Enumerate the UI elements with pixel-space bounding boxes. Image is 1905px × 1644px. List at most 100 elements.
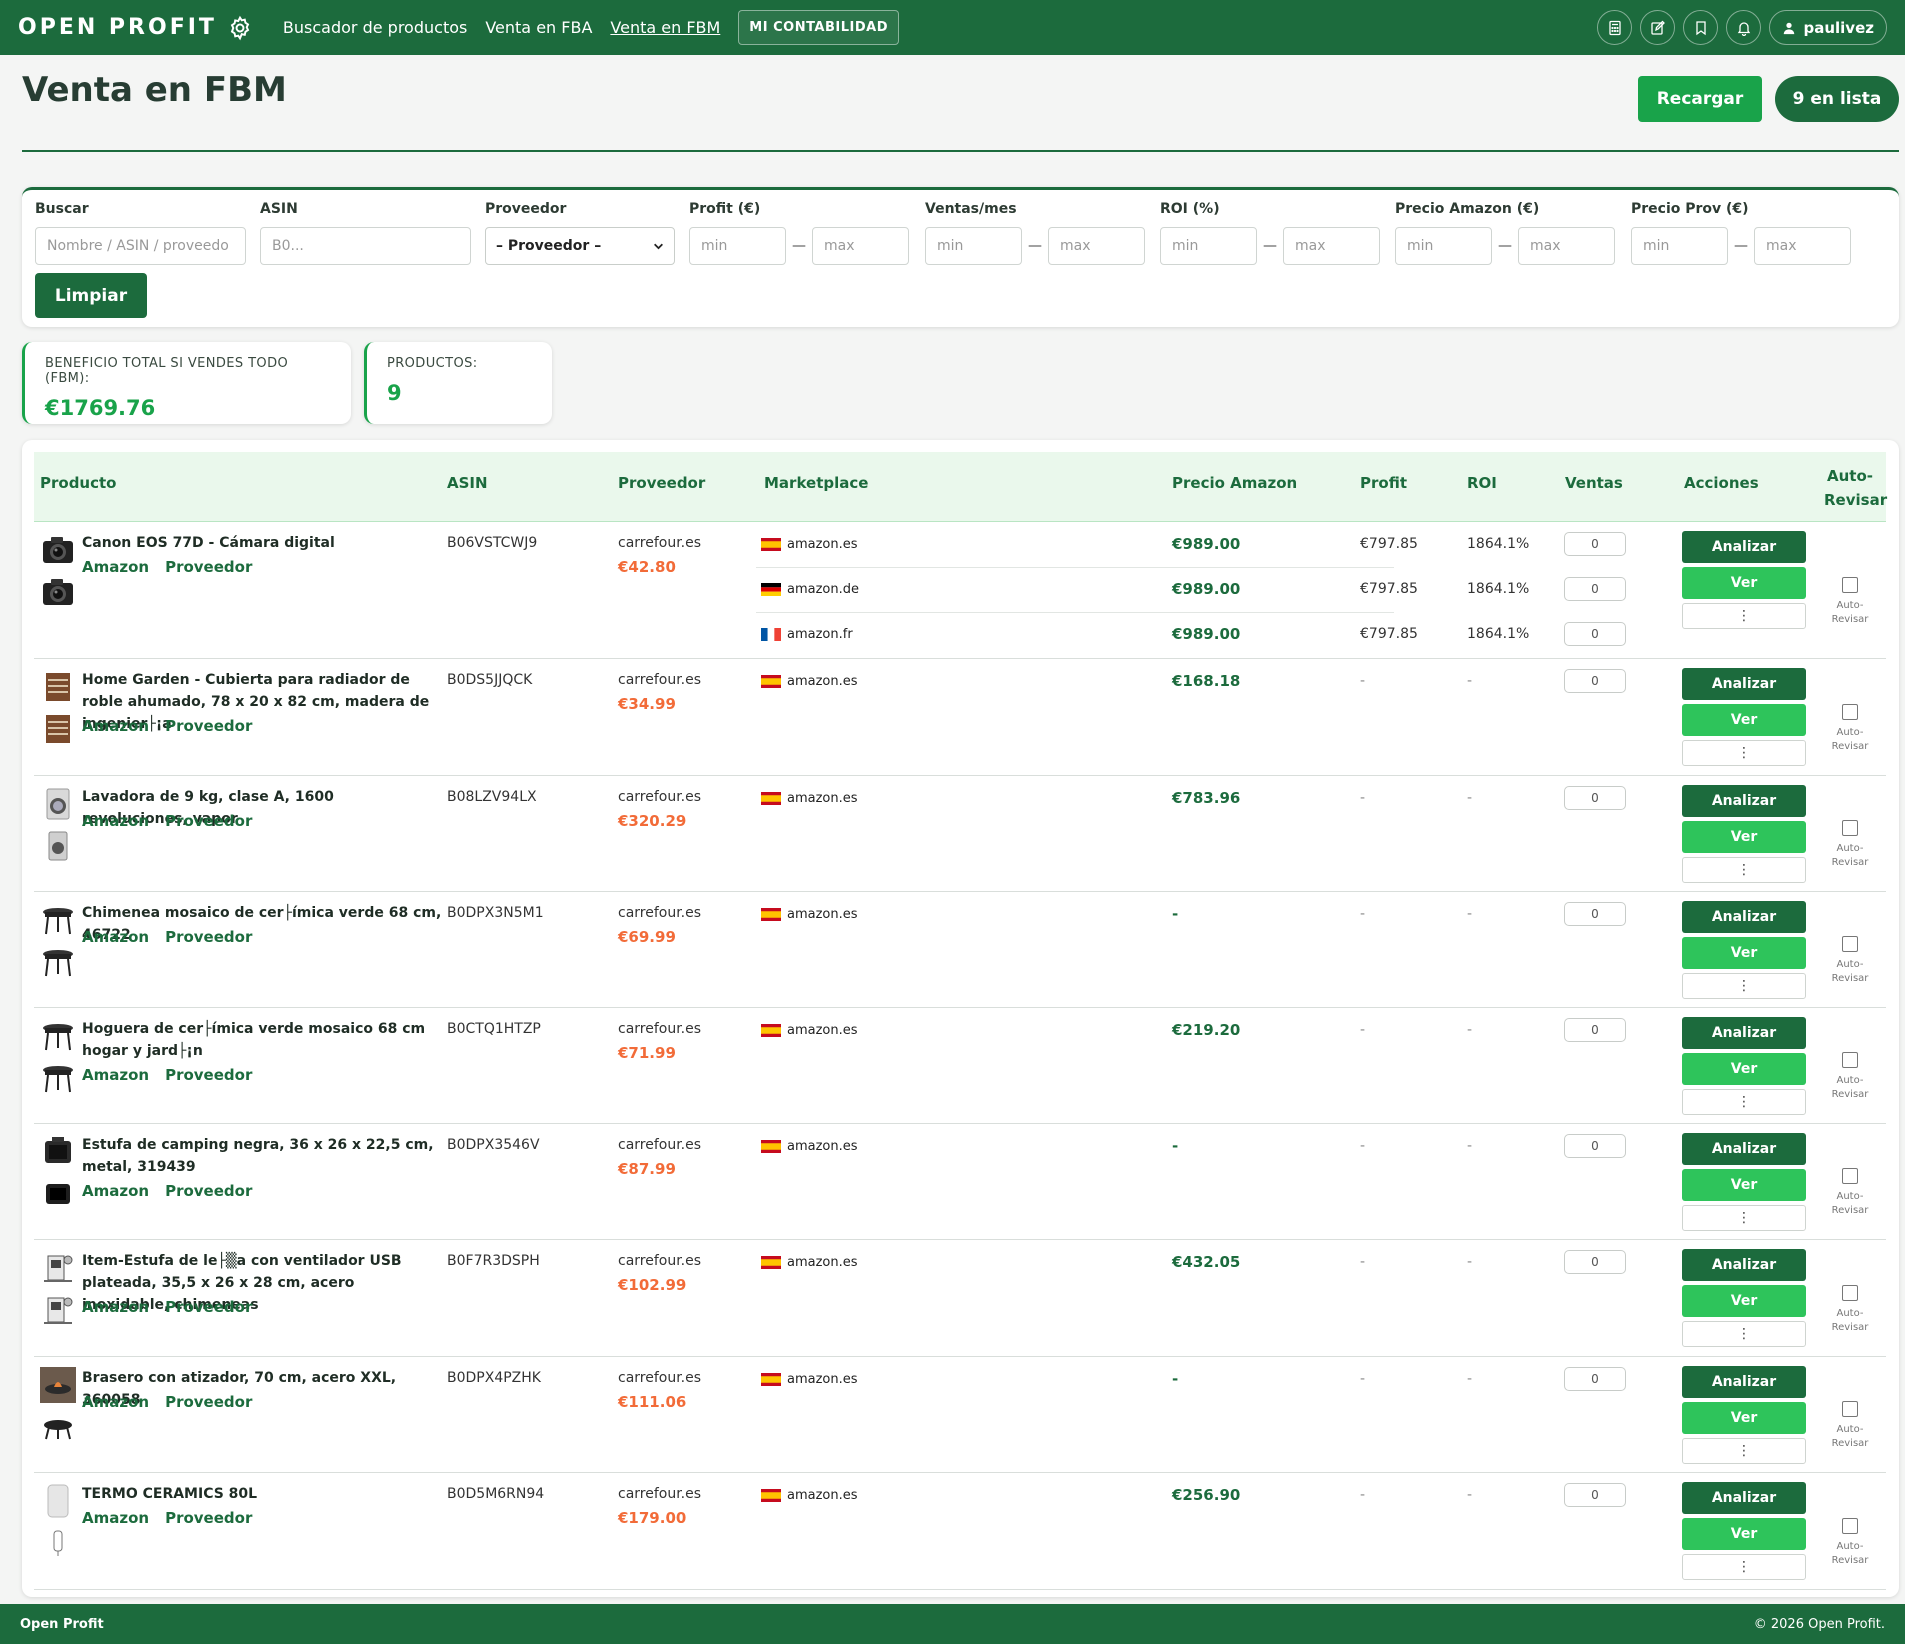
analyze-button[interactable]: Analizar [1682,1249,1806,1281]
product-thumbnail[interactable] [40,669,76,705]
calculator-button[interactable] [1597,10,1633,45]
col-header-provider[interactable]: Proveedor [618,474,705,492]
provider-link[interactable]: Proveedor [165,1509,252,1527]
sales-max-input[interactable]: max [1048,227,1145,265]
view-button[interactable]: Ver [1682,1053,1806,1085]
product-thumbnail-alt[interactable] [40,1060,76,1096]
sales-input[interactable]: 0 [1564,1250,1626,1274]
more-options-button[interactable]: ⋮ [1682,1438,1806,1464]
sales-input[interactable]: 0 [1564,1134,1626,1158]
roi-min-input[interactable]: min [1160,227,1257,265]
product-thumbnail-alt[interactable] [40,711,76,747]
analyze-button[interactable]: Analizar [1682,785,1806,817]
auto-review-checkbox[interactable] [1842,1052,1858,1068]
product-thumbnail-alt[interactable] [40,944,76,980]
auto-review-checkbox[interactable] [1842,820,1858,836]
nav-link-fba[interactable]: Venta en FBA [485,18,592,37]
auto-review-checkbox[interactable] [1842,936,1858,952]
profit-min-input[interactable]: min [689,227,786,265]
sales-input[interactable]: 0 [1564,786,1626,810]
product-thumbnail[interactable] [40,786,76,822]
view-button[interactable]: Ver [1682,704,1806,736]
amazon-link[interactable]: Amazon [82,558,149,576]
provider-link[interactable]: Proveedor [165,1393,252,1411]
product-thumbnail-alt[interactable] [40,1176,76,1212]
nav-link-product-search[interactable]: Buscador de productos [283,18,467,37]
amazon-link[interactable]: Amazon [82,717,149,735]
sales-input[interactable]: 0 [1564,902,1626,926]
col-header-profit[interactable]: Profit [1360,474,1407,492]
amazon-link[interactable]: Amazon [82,1182,149,1200]
nav-accounting-button[interactable]: MI CONTABILIDAD [738,10,899,45]
gear-icon[interactable] [227,15,253,41]
prov-price-min-input[interactable]: min [1631,227,1728,265]
auto-review-checkbox[interactable] [1842,1285,1858,1301]
product-thumbnail-alt[interactable] [40,828,76,864]
view-button[interactable]: Ver [1682,1285,1806,1317]
auto-review-checkbox[interactable] [1842,577,1858,593]
auto-review-checkbox[interactable] [1842,704,1858,720]
col-header-asin[interactable]: ASIN [447,474,488,492]
product-thumbnail[interactable] [40,902,76,938]
product-thumbnail[interactable] [40,1367,76,1403]
amazon-link[interactable]: Amazon [82,1509,149,1527]
provider-link[interactable]: Proveedor [165,558,252,576]
clear-filters-button[interactable]: Limpiar [35,273,147,318]
analyze-button[interactable]: Analizar [1682,668,1806,700]
brand-logo[interactable]: OPEN PROFIT [18,15,253,41]
profit-max-input[interactable]: max [812,227,909,265]
amazon-price-min-input[interactable]: min [1395,227,1492,265]
product-thumbnail-alt[interactable] [40,1409,76,1445]
product-thumbnail-alt[interactable] [40,1525,76,1561]
view-button[interactable]: Ver [1682,937,1806,969]
provider-link[interactable]: Proveedor [165,1182,252,1200]
more-options-button[interactable]: ⋮ [1682,1321,1806,1347]
view-button[interactable]: Ver [1682,1169,1806,1201]
more-options-button[interactable]: ⋮ [1682,1089,1806,1115]
provider-link[interactable]: Proveedor [165,812,252,830]
more-options-button[interactable]: ⋮ [1682,1554,1806,1580]
sales-input[interactable]: 0 [1564,669,1626,693]
edit-button[interactable] [1640,10,1676,45]
amazon-link[interactable]: Amazon [82,1298,149,1316]
product-thumbnail[interactable] [40,1250,76,1286]
reload-button[interactable]: Recargar [1638,76,1762,122]
user-menu[interactable]: paulivez [1769,10,1887,45]
provider-link[interactable]: Proveedor [165,1066,252,1084]
product-thumbnail[interactable] [40,1483,76,1519]
roi-max-input[interactable]: max [1283,227,1380,265]
product-thumbnail-alt[interactable] [40,1292,76,1328]
col-header-product[interactable]: Producto [40,474,116,492]
analyze-button[interactable]: Analizar [1682,1482,1806,1514]
amazon-link[interactable]: Amazon [82,1066,149,1084]
analyze-button[interactable]: Analizar [1682,901,1806,933]
nav-link-fbm[interactable]: Venta en FBM [610,18,720,37]
more-options-button[interactable]: ⋮ [1682,603,1806,629]
amazon-price-max-input[interactable]: max [1518,227,1615,265]
sales-input[interactable]: 0 [1564,532,1626,556]
amazon-link[interactable]: Amazon [82,812,149,830]
product-thumbnail[interactable] [40,1018,76,1054]
sales-input[interactable]: 0 [1564,1367,1626,1391]
col-header-sales[interactable]: Ventas [1565,474,1623,492]
sales-input[interactable]: 0 [1564,1018,1626,1042]
sales-input[interactable]: 0 [1564,577,1626,601]
analyze-button[interactable]: Analizar [1682,1017,1806,1049]
asin-input[interactable]: B0... [260,227,471,265]
product-thumbnail-alt[interactable] [40,574,76,610]
provider-link[interactable]: Proveedor [165,1298,252,1316]
view-button[interactable]: Ver [1682,821,1806,853]
view-button[interactable]: Ver [1682,567,1806,599]
notifications-button[interactable] [1726,10,1762,45]
amazon-link[interactable]: Amazon [82,1393,149,1411]
auto-review-checkbox[interactable] [1842,1518,1858,1534]
more-options-button[interactable]: ⋮ [1682,740,1806,766]
provider-select[interactable]: – Proveedor – [485,227,675,265]
auto-review-checkbox[interactable] [1842,1401,1858,1417]
view-button[interactable]: Ver [1682,1518,1806,1550]
col-header-amazon-price[interactable]: Precio Amazon [1172,474,1297,492]
col-header-marketplace[interactable]: Marketplace [764,474,868,492]
amazon-link[interactable]: Amazon [82,928,149,946]
provider-link[interactable]: Proveedor [165,928,252,946]
analyze-button[interactable]: Analizar [1682,1366,1806,1398]
